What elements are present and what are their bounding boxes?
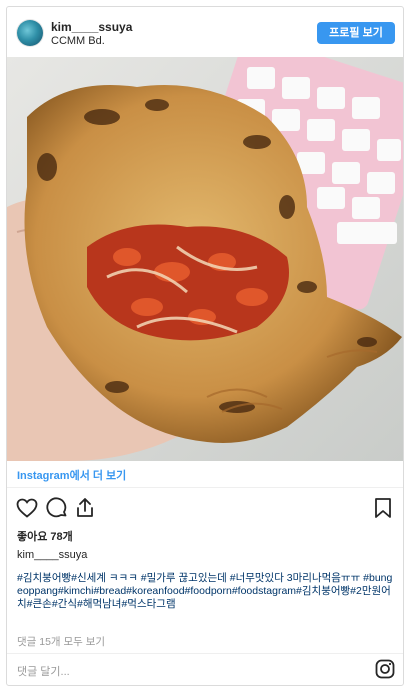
instagram-logo-icon[interactable] xyxy=(375,659,395,679)
avatar[interactable] xyxy=(17,20,43,46)
comment-icon[interactable] xyxy=(45,496,69,520)
post-header: kim____ssuya CCMM Bd. 프로필 보기 xyxy=(7,7,403,57)
post-photo[interactable] xyxy=(7,57,403,461)
caption-author[interactable]: kim____ssuya xyxy=(17,549,87,561)
divider xyxy=(7,487,403,488)
action-bar xyxy=(7,493,403,523)
view-all-comments-link[interactable]: 댓글 15개 모두 보기 xyxy=(17,634,105,649)
caption-text: #김치붕어빵#신세계 ㅋㅋㅋ #밀가루 끊고있는데 #너무맛있다 3마리나먹음ㅠ… xyxy=(17,572,393,610)
bookmark-icon[interactable] xyxy=(371,496,395,520)
likes-count[interactable]: 좋아요 78개 xyxy=(17,528,73,544)
view-profile-button[interactable]: 프로필 보기 xyxy=(317,22,395,44)
share-icon[interactable] xyxy=(73,496,97,520)
instagram-post-card: kim____ssuya CCMM Bd. 프로필 보기 Instagram에서… xyxy=(6,6,404,686)
heart-icon[interactable] xyxy=(15,496,39,520)
location[interactable]: CCMM Bd. xyxy=(51,35,105,47)
divider xyxy=(7,653,403,654)
food-photo-image xyxy=(7,57,403,461)
add-comment-input[interactable]: 댓글 달기... xyxy=(17,663,70,679)
view-more-on-instagram-link[interactable]: Instagram에서 더 보기 xyxy=(17,467,126,483)
username[interactable]: kim____ssuya xyxy=(51,20,132,34)
